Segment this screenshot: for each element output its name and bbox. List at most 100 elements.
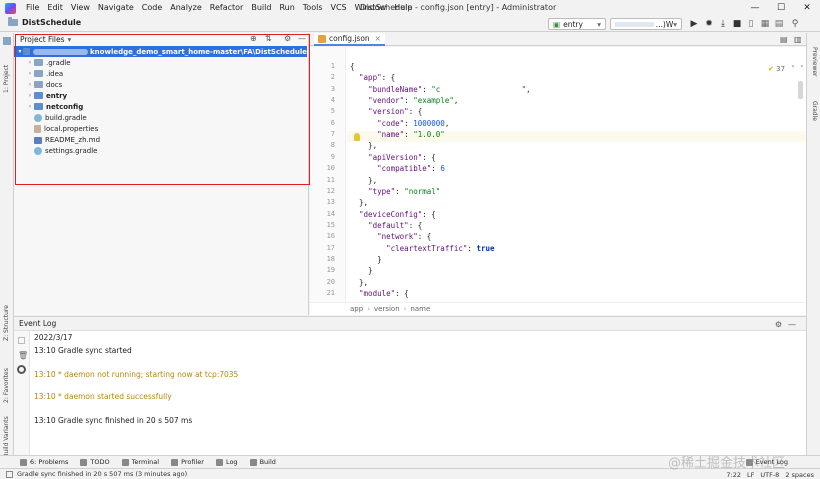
tree-item--gradle[interactable]: › .gradle [26,57,71,68]
menu-run[interactable]: Run [275,0,298,16]
watermark: @稀土掘金技术社区 [668,456,786,471]
menu-analyze[interactable]: Analyze [166,0,206,16]
chevron-down-icon: ▾ [673,19,677,29]
chevron-down-icon[interactable]: ▾ [68,35,72,44]
gear-icon[interactable]: ⚙ [284,34,291,43]
menu-build[interactable]: Build [247,0,275,16]
menu-edit[interactable]: Edit [43,0,67,16]
code-line: }, [350,277,369,287]
menu-vcs[interactable]: VCS [327,0,351,16]
line-number: 13 [326,198,335,207]
tool-tab-terminal[interactable]: Terminal [121,458,159,466]
sdk-manager-icon[interactable]: ▦ [759,18,771,30]
tree-root[interactable]: ▾ knowledge_demo_smart_home-master\FA\Di… [14,46,307,57]
chevron-down-icon: ▾ [597,19,601,29]
chevron-right-icon[interactable]: › [26,59,34,66]
editor-menu-icon[interactable]: ▤ [780,35,788,44]
tool-window-icon [215,458,223,466]
menu-refactor[interactable]: Refactor [206,0,248,16]
menu-tools[interactable]: Tools [299,0,327,16]
minimize-button[interactable]: — [742,0,768,16]
editor-scrollbar[interactable] [798,81,803,99]
left-tool-strip: 1: Project Z: Structure 2: Favorites Oho… [0,33,14,473]
tool-tab-todo[interactable]: TODO [80,458,110,466]
project-view-select[interactable]: Project Files [20,35,65,44]
gear-icon[interactable]: ⚙ [775,320,782,329]
mark-read-icon[interactable] [18,337,25,344]
menu-navigate[interactable]: Navigate [94,0,138,16]
menu-code[interactable]: Code [138,0,166,16]
collapse-all-icon[interactable]: ⇅ [265,34,272,43]
split-view-icon[interactable]: ▥ [794,35,802,44]
gradle-tool-tab[interactable]: Gradle [811,101,818,121]
tree-item-entry[interactable]: › entry [26,90,67,101]
editor-breadcrumb: app › version › name [310,302,806,315]
stop-icon[interactable]: ■ [731,18,743,30]
tab-label: config.json [329,34,370,43]
project-structure-icon[interactable]: ▤ [773,18,785,30]
tree-item-label: entry [46,91,68,100]
settings-icon[interactable] [17,365,26,374]
tree-item-label: .gradle [46,58,71,67]
project-tool-tab[interactable]: 1: Project [3,65,10,93]
search-icon[interactable]: ⚲ [789,18,801,30]
line-ending[interactable]: LF [747,471,754,479]
chevron-right-icon[interactable]: › [26,103,34,110]
chevron-right-icon[interactable]: › [26,81,34,88]
caret-position[interactable]: 7:22 [726,471,741,479]
lightbulb-icon[interactable] [354,133,360,141]
tool-tab-log[interactable]: Log [215,458,238,466]
hide-panel-icon[interactable]: — [788,320,796,329]
structure-tool-tab[interactable]: Z: Structure [3,305,10,341]
json-file-icon [318,34,326,43]
tree-item-build-gradle[interactable]: build.gradle [26,113,87,124]
maximize-button[interactable]: ☐ [768,0,794,16]
inspection-widget[interactable]: ✔ 37 ˄ ˅ [768,65,804,73]
tab-config-json[interactable]: config.json × [314,33,385,46]
tool-tab-label: Log [225,458,238,466]
markdown-file-icon [34,136,42,144]
tool-tab-label: Build [259,458,276,466]
indent-setting[interactable]: 2 spaces [785,471,814,479]
file-encoding[interactable]: UTF-8 [760,471,779,479]
locate-icon[interactable]: ⊕ [250,34,257,43]
tree-item-netconfig[interactable]: › netconfig [26,101,83,112]
status-toggle-icon[interactable] [6,470,13,478]
debug-icon[interactable]: ✹ [703,18,715,30]
code-editor[interactable]: 1 2 3 4 5 6 7 8 9 10 11 12 13 14 15 16 17 18 19 20 21 { "app… [310,47,806,302]
run-config-select[interactable]: ▣ entry ▾ [548,18,606,30]
tool-tab-6--problems[interactable]: 6: Problems [20,458,68,466]
trash-icon[interactable]: 🗑 [18,351,28,360]
menu-view[interactable]: View [67,0,94,16]
breadcrumb-item[interactable]: app [350,305,363,313]
favorites-tool-tab[interactable]: 2: Favorites [3,368,10,403]
breadcrumb-item[interactable]: name [410,305,430,313]
tree-item--idea[interactable]: › .idea [26,68,63,79]
run-icon[interactable]: ▶ [688,18,700,30]
tool-window-icon [171,458,179,466]
log-entry: 13:10 Gradle sync started [34,346,132,355]
menu-file[interactable]: File [22,0,43,16]
tool-tab-build[interactable]: Build [249,458,276,466]
previewer-tool-tab[interactable]: Previewer [811,47,818,77]
tree-item-settings-gradle[interactable]: settings.gradle [26,146,97,157]
tool-tab-profiler[interactable]: Profiler [171,458,204,466]
device-select[interactable]: ...)W ▾ [610,18,682,30]
device-manager-icon[interactable]: ▯ [745,18,757,30]
project-breadcrumb[interactable]: DistSchedule [8,17,81,27]
chevron-down-icon[interactable]: ˅ [800,65,804,73]
attach-debugger-icon[interactable]: ⤓ [717,18,729,30]
close-button[interactable]: ✕ [794,0,820,16]
breadcrumb-item[interactable]: version [374,305,400,313]
hide-panel-icon[interactable]: — [298,34,306,43]
chevron-right-icon[interactable]: › [26,70,34,77]
tree-item-readme-zh-md[interactable]: README_zh.md [26,135,100,146]
tree-item-docs[interactable]: › docs [26,79,62,90]
line-number: 7 [330,130,335,139]
project-tool-icon[interactable] [3,37,11,45]
chevron-right-icon[interactable]: › [26,92,34,99]
chevron-up-icon[interactable]: ˄ [791,65,795,73]
line-number: 9 [330,152,335,161]
tree-item-local-properties[interactable]: local.properties [26,124,98,135]
close-tab-icon[interactable]: × [375,34,381,43]
